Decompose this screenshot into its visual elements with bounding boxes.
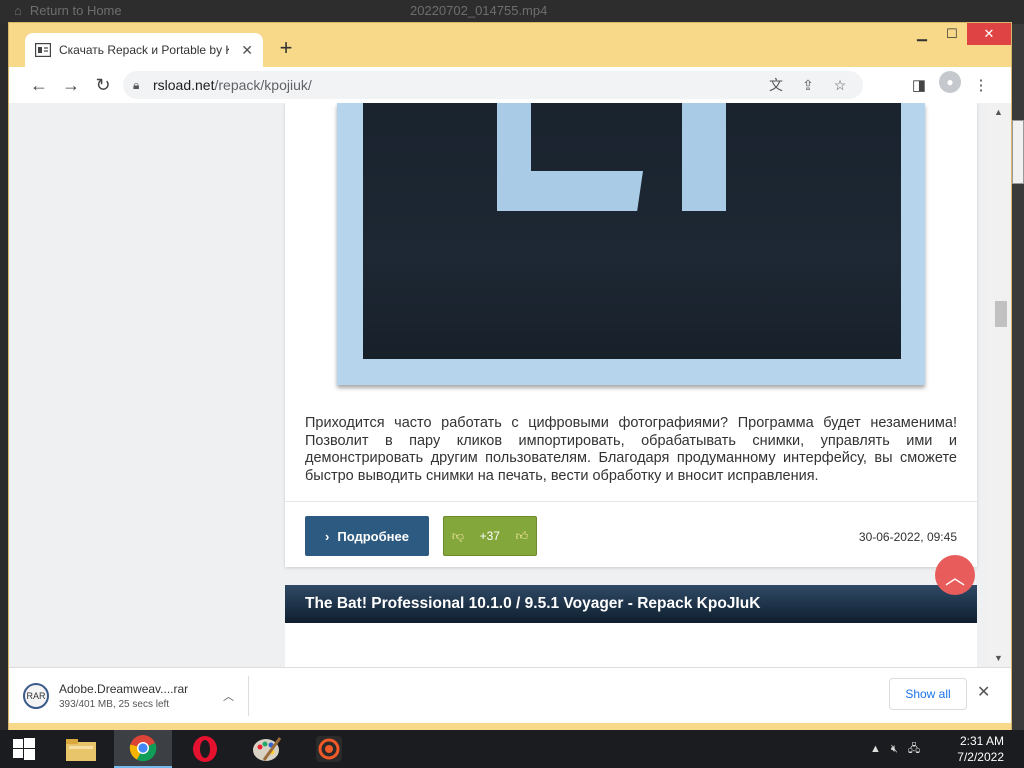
side-panel-icon[interactable]: ◨	[905, 71, 933, 99]
tab-close-icon[interactable]: ✕	[241, 42, 253, 59]
chrome-taskbar-button[interactable]	[114, 730, 172, 768]
article-card: Приходится часто работать с цифровыми фо…	[285, 103, 977, 567]
toolbar-right: ◨ ● ⋮	[905, 71, 995, 99]
chevron-right-icon: ›	[325, 528, 330, 544]
close-window-button[interactable]: ✕	[967, 23, 1011, 45]
new-tab-button[interactable]: +	[275, 37, 297, 59]
tab-active[interactable]: Скачать Repack и Portable by KpoJIuK ✕	[25, 33, 263, 67]
url-domain: rsload.net	[153, 77, 215, 93]
scroll-up-arrow-icon[interactable]: ▲	[994, 107, 1003, 117]
return-home-label: Return to Home	[29, 3, 122, 18]
site-favicon-icon	[35, 43, 51, 57]
system-tray: ▲ 🔇︎ 🖧︎	[870, 730, 920, 768]
taskbar: ▲ 🔇︎ 🖧︎ 2:31 AM 7/2/2022	[0, 730, 1024, 768]
clock-time: 2:31 AM	[959, 734, 1004, 748]
scroll-to-top-button[interactable]: ︿	[935, 555, 975, 595]
background-window-thumbnail	[1012, 120, 1024, 184]
browser-toolbar: ← → ↻ 🔒︎ rsload.net/repack/kpojiuk/ 文 ⇪ …	[9, 67, 1011, 103]
menu-kebab-icon[interactable]: ⋮	[967, 71, 995, 99]
chrome-icon	[129, 735, 157, 762]
article-description: Приходится часто работать с цифровыми фо…	[305, 415, 957, 484]
opera-taskbar-button[interactable]	[176, 730, 234, 768]
close-download-bar-icon[interactable]: ✕	[977, 682, 990, 702]
paint-taskbar-button[interactable]	[238, 730, 296, 768]
rating-widget: 👎︎ +37 👍︎	[443, 516, 537, 556]
rar-archive-icon: RAR	[23, 683, 49, 709]
address-bar-actions: 文 ⇪ ☆	[765, 75, 851, 95]
tab-title: Скачать Repack и Portable by KpoJIuK	[59, 43, 229, 57]
back-button[interactable]: ←	[23, 69, 55, 101]
paint-palette-icon	[253, 737, 282, 761]
file-explorer-taskbar-button[interactable]	[52, 730, 110, 768]
reload-button[interactable]: ↻	[87, 69, 119, 101]
url-path: /repack/kpojiuk/	[214, 77, 312, 93]
tray-overflow-chevron-icon[interactable]: ▲	[870, 743, 881, 755]
screen-recorder-icon	[316, 736, 342, 762]
address-bar[interactable]: 🔒︎ rsload.net/repack/kpojiuk/ 文 ⇪ ☆	[123, 71, 863, 99]
download-item[interactable]: RAR Adobe.Dreamweav....rar 393/401 MB, 2…	[23, 676, 249, 716]
article-image	[337, 103, 925, 385]
next-article-title[interactable]: The Bat! Professional 10.1.0 / 9.5.1 Voy…	[285, 585, 977, 623]
network-icon[interactable]: 🖧︎	[908, 740, 920, 759]
next-article-card: The Bat! Professional 10.1.0 / 9.5.1 Voy…	[285, 585, 977, 667]
page-viewport: Приходится часто работать с цифровыми фо…	[9, 103, 997, 667]
rating-value: +37	[479, 529, 500, 543]
start-button[interactable]	[0, 730, 48, 768]
folder-icon	[66, 739, 96, 761]
read-more-button[interactable]: › Подробнее	[305, 516, 429, 556]
bookmark-star-icon[interactable]: ☆	[829, 75, 851, 95]
taskbar-clock[interactable]: 2:31 AM 7/2/2022	[957, 733, 1004, 765]
scrollbar-thumb[interactable]	[995, 301, 1007, 327]
video-file-name: 20220702_014755.mp4	[410, 3, 548, 18]
maximize-button[interactable]: ☐	[937, 23, 967, 45]
clock-date: 7/2/2022	[957, 750, 1004, 764]
translate-icon[interactable]: 文	[765, 75, 787, 95]
minimize-button[interactable]: ▁	[907, 23, 937, 45]
video-player-titlebar: ⌂ Return to Home 20220702_014755.mp4	[0, 0, 1024, 24]
volume-muted-icon[interactable]: 🔇︎	[891, 743, 898, 756]
browser-window: Скачать Repack и Portable by KpoJIuK ✕ +…	[8, 22, 1012, 734]
page-scrollbar[interactable]: ▲ ▼	[987, 103, 1011, 667]
home-icon: ⌂	[14, 3, 22, 18]
share-icon[interactable]: ⇪	[797, 75, 819, 95]
thumbs-down-icon[interactable]: 👎︎	[452, 529, 464, 544]
show-all-button[interactable]: Show all	[889, 678, 967, 710]
forward-button[interactable]: →	[55, 69, 87, 101]
read-more-label: Подробнее	[337, 528, 409, 544]
lightroom-logo-icon	[363, 103, 901, 359]
thumbs-up-icon[interactable]: 👍︎	[516, 529, 529, 544]
scroll-down-arrow-icon[interactable]: ▼	[994, 653, 1003, 663]
window-controls: ▁ ☐ ✕	[907, 23, 1011, 45]
windows-logo-icon	[13, 738, 35, 760]
download-file-name: Adobe.Dreamweav....rar	[59, 682, 189, 696]
article-date: 30-06-2022, 09:45	[858, 530, 957, 544]
download-shelf: RAR Adobe.Dreamweav....rar 393/401 MB, 2…	[9, 667, 1011, 723]
chevron-up-icon[interactable]: ︿	[223, 688, 234, 704]
lock-icon[interactable]: 🔒︎	[133, 78, 153, 93]
download-status: 393/401 MB, 25 secs left	[59, 699, 170, 710]
return-home-button[interactable]: ⌂ Return to Home	[14, 3, 122, 18]
left-sidebar-area	[9, 103, 285, 667]
recorder-taskbar-button[interactable]	[300, 730, 358, 768]
opera-icon	[193, 736, 217, 762]
profile-avatar-icon[interactable]: ●	[939, 71, 961, 93]
article-footer: › Подробнее 👎︎ +37 👍︎ 30-06-2022, 09:45	[285, 501, 977, 567]
tab-strip: Скачать Repack и Portable by KpoJIuK ✕ +…	[9, 23, 1011, 67]
